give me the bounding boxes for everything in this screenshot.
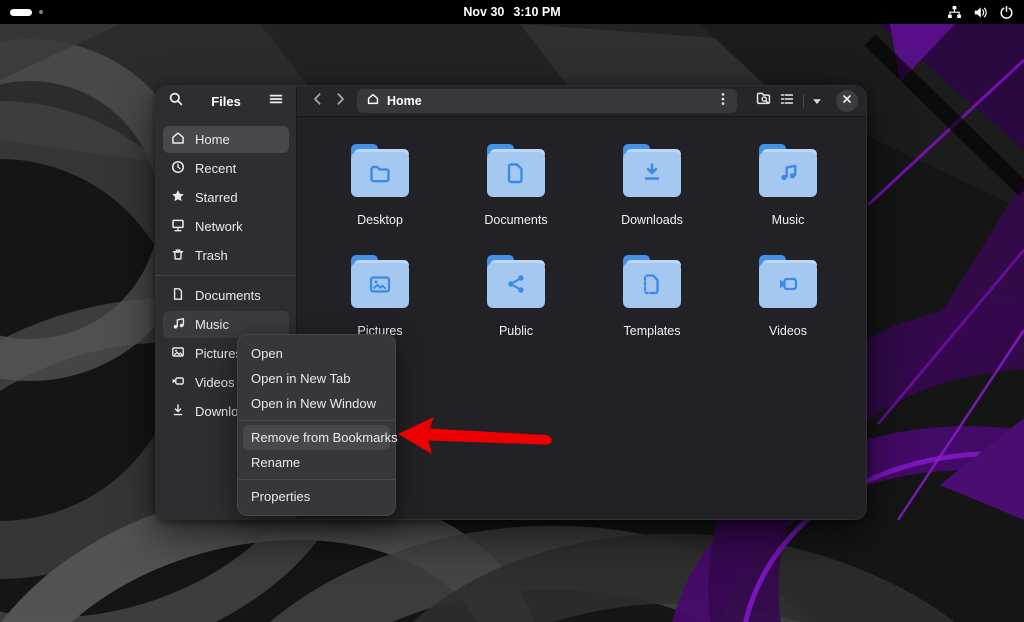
folder-documents[interactable]: Documents	[458, 144, 574, 252]
close-window-button[interactable]	[836, 90, 858, 112]
sidebar-item-documents[interactable]: Documents	[163, 282, 289, 309]
power-icon	[999, 5, 1014, 20]
path-bar[interactable]: Home	[357, 89, 737, 113]
app-title: Files	[211, 94, 241, 109]
header-bar: Home	[297, 86, 866, 117]
sidebar-item-recent[interactable]: Recent	[163, 155, 289, 182]
folder-label: Documents	[484, 213, 547, 227]
date-label: Nov 30	[463, 5, 504, 19]
menu-item-properties[interactable]: Properties	[243, 484, 390, 509]
folder-icon	[620, 255, 684, 309]
folder-icon	[484, 255, 548, 309]
sidebar-item-network[interactable]: Network	[163, 213, 289, 240]
list-view-icon	[779, 91, 795, 112]
search-current-folder-button[interactable]	[751, 89, 775, 113]
folder-icon	[756, 255, 820, 309]
picture-icon	[170, 344, 186, 363]
folder-public[interactable]: Public	[458, 255, 574, 363]
clock-icon	[170, 159, 186, 178]
folder-label: Desktop	[357, 213, 403, 227]
context-menu: Open Open in New Tab Open in New Window …	[237, 334, 396, 516]
folder-icon	[484, 144, 548, 198]
menu-separator	[238, 420, 395, 421]
workspace-indicator-pill[interactable]	[10, 9, 32, 16]
sidebar-item-label: Documents	[195, 288, 261, 303]
network-icon	[170, 217, 186, 236]
sidebar-item-label: Network	[195, 219, 243, 234]
time-label: 3:10 PM	[513, 5, 560, 19]
main-menu-button[interactable]	[264, 90, 288, 114]
chevron-left-icon	[310, 91, 326, 112]
network-wired-icon	[947, 5, 962, 20]
folder-videos[interactable]: Videos	[730, 255, 846, 363]
folder-icon	[348, 255, 412, 309]
header-divider	[803, 94, 804, 108]
chevron-down-icon	[812, 92, 822, 110]
folder-icon	[756, 144, 820, 198]
home-icon	[170, 130, 186, 149]
menu-item-open-new-tab[interactable]: Open in New Tab	[243, 366, 390, 391]
folder-music[interactable]: Music	[730, 144, 846, 252]
folder-icon	[348, 144, 412, 198]
folder-downloads[interactable]: Downloads	[594, 144, 710, 252]
forward-button[interactable]	[329, 89, 351, 113]
sidebar-item-starred[interactable]: Starred	[163, 184, 289, 211]
back-button[interactable]	[307, 89, 329, 113]
current-location-label: Home	[387, 94, 708, 108]
download-icon	[170, 402, 186, 421]
view-options-button[interactable]	[808, 89, 826, 113]
sidebar-item-label: Trash	[195, 248, 228, 263]
folder-desktop[interactable]: Desktop	[322, 144, 438, 252]
folder-search-icon	[755, 90, 772, 112]
home-small-icon	[366, 92, 380, 111]
sidebar-item-label: Pictures	[195, 346, 242, 361]
folder-label: Templates	[624, 324, 681, 338]
folder-label: Public	[499, 324, 533, 338]
close-icon	[841, 92, 853, 110]
sidebar-item-label: Music	[195, 317, 229, 332]
menu-item-rename[interactable]: Rename	[243, 450, 390, 475]
search-button[interactable]	[164, 90, 188, 114]
sidebar-item-label: Videos	[195, 375, 235, 390]
workspace-dot	[39, 10, 43, 14]
list-view-button[interactable]	[775, 89, 799, 113]
menu-separator	[238, 479, 395, 480]
top-bar: Nov 30 3:10 PM	[0, 0, 1024, 24]
folder-label: Music	[772, 213, 805, 227]
chevron-right-icon	[332, 91, 348, 112]
sidebar-item-label: Recent	[195, 161, 236, 176]
sidebar-item-home[interactable]: Home	[163, 126, 289, 153]
kebab-menu-icon[interactable]	[715, 91, 731, 112]
folder-templates[interactable]: Templates	[594, 255, 710, 363]
trash-icon	[170, 246, 186, 265]
sidebar-item-trash[interactable]: Trash	[163, 242, 289, 269]
video-icon	[170, 373, 186, 392]
menu-item-remove-from-bookmarks[interactable]: Remove from Bookmarks	[243, 425, 390, 450]
sidebar-separator	[156, 275, 296, 276]
desktop: Nov 30 3:10 PM Files	[0, 0, 1024, 622]
volume-icon	[973, 5, 988, 20]
search-icon	[168, 91, 184, 112]
document-icon	[170, 286, 186, 305]
sidebar-item-label: Starred	[195, 190, 238, 205]
sidebar-header: Files	[156, 86, 296, 117]
menu-item-open-new-window[interactable]: Open in New Window	[243, 391, 390, 416]
sidebar-item-label: Home	[195, 132, 230, 147]
star-icon	[170, 188, 186, 207]
folder-label: Videos	[769, 324, 807, 338]
hamburger-menu-icon	[268, 91, 284, 112]
music-icon	[170, 315, 186, 334]
folder-icon	[620, 144, 684, 198]
menu-item-open[interactable]: Open	[243, 341, 390, 366]
folder-label: Downloads	[621, 213, 683, 227]
system-status-area[interactable]	[834, 5, 1014, 20]
